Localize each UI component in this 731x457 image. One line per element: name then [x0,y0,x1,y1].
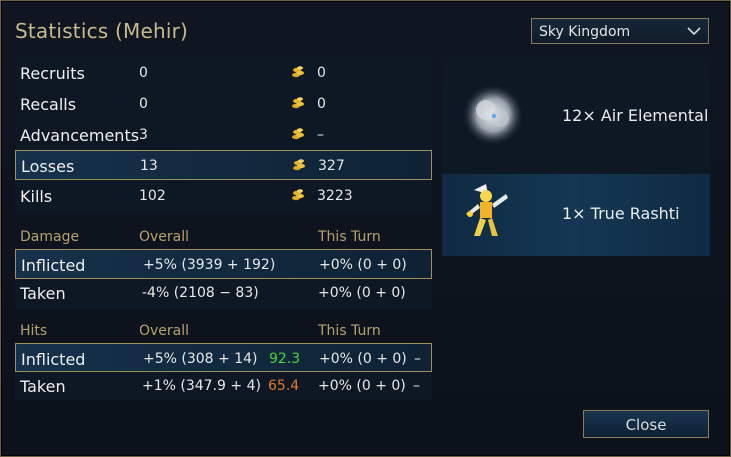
damage-this-turn: +0% (0 + 0) [319,257,407,273]
damage-label: Taken [20,284,66,303]
summary-count: 102 [139,188,166,204]
scenario-dropdown-value: Sky Kingdom [539,24,631,40]
hits-rating: 92.3 [269,351,301,367]
hits-overall: +5% (308 + 14) [143,351,258,367]
hits-this-turn: +0% (0 + 0) [319,351,407,367]
summary-gold: 0 [317,65,326,81]
unit-item-true-rashti[interactable]: 1× True Rashti [442,174,710,256]
summary-row-advancements: Advancements 3 – [15,120,432,150]
summary-row-recalls: Recalls 0 0 [15,89,432,119]
hits-overall: +1% (347.9 + 4) [142,378,261,394]
gold-coins-icon [293,159,305,171]
summary-gold: 327 [318,158,345,174]
hits-header-label: Hits [20,323,48,339]
statistics-dialog: Statistics (Mehir) Sky Kingdom Recruits … [0,0,731,457]
damage-row-taken[interactable]: Taken -4% (2108 − 83) +0% (0 + 0) [15,278,432,308]
hits-label: Inflicted [21,350,86,369]
gold-coins-icon [292,189,304,201]
damage-label: Inflicted [21,256,86,275]
hits-rating: 65.4 [268,378,300,394]
damage-overall: +5% (3939 + 192) [143,257,276,273]
hits-header-this-turn: This Turn [318,323,381,339]
close-button[interactable]: Close [583,410,709,438]
unit-item-air-elemental[interactable]: 12× Air Elemental [442,74,710,156]
gold-coins-icon [292,66,304,78]
summary-count: 3 [139,127,148,143]
summary-count: 0 [139,65,148,81]
summary-count: 0 [139,96,148,112]
damage-this-turn: +0% (0 + 0) [318,285,406,301]
hits-extra: – [413,378,420,394]
dialog-title: Statistics (Mehir) [15,19,189,43]
damage-header-label: Damage [20,229,80,245]
summary-row-losses[interactable]: Losses 13 327 [15,150,432,180]
summary-label: Kills [20,187,53,206]
summary-label: Recalls [20,95,77,114]
air-elemental-icon [463,85,523,145]
hits-header-overall: Overall [139,323,190,339]
summary-gold: 0 [317,96,326,112]
hits-row-taken[interactable]: Taken +1% (347.9 + 4) 65.4 +0% (0 + 0) – [15,371,432,400]
summary-count: 13 [140,158,158,174]
damage-header-overall: Overall [139,229,190,245]
gold-coins-icon [292,97,304,109]
true-rashti-icon [466,184,508,236]
chevron-down-icon [687,27,701,36]
unit-label: 12× Air Elemental [562,106,709,125]
summary-gold: – [317,127,324,143]
damage-overall: -4% (2108 − 83) [142,285,259,301]
damage-header-this-turn: This Turn [318,229,381,245]
close-button-label: Close [625,416,667,434]
hits-extra: – [414,351,421,367]
scenario-dropdown[interactable]: Sky Kingdom [531,18,709,44]
hits-row-inflicted[interactable]: Inflicted +5% (308 + 14) 92.3 +0% (0 + 0… [15,343,432,372]
summary-row-kills[interactable]: Kills 102 3223 [15,181,432,211]
summary-gold: 3223 [317,188,353,204]
summary-label: Recruits [20,64,85,83]
damage-row-inflicted[interactable]: Inflicted +5% (3939 + 192) +0% (0 + 0) [15,249,432,279]
summary-row-recruits: Recruits 0 0 [15,58,432,88]
unit-label: 1× True Rashti [562,204,680,223]
hits-label: Taken [20,377,66,396]
hits-this-turn: +0% (0 + 0) [318,378,406,394]
gold-coins-icon [292,128,304,140]
summary-label: Losses [21,157,75,176]
summary-label: Advancements [20,126,140,145]
